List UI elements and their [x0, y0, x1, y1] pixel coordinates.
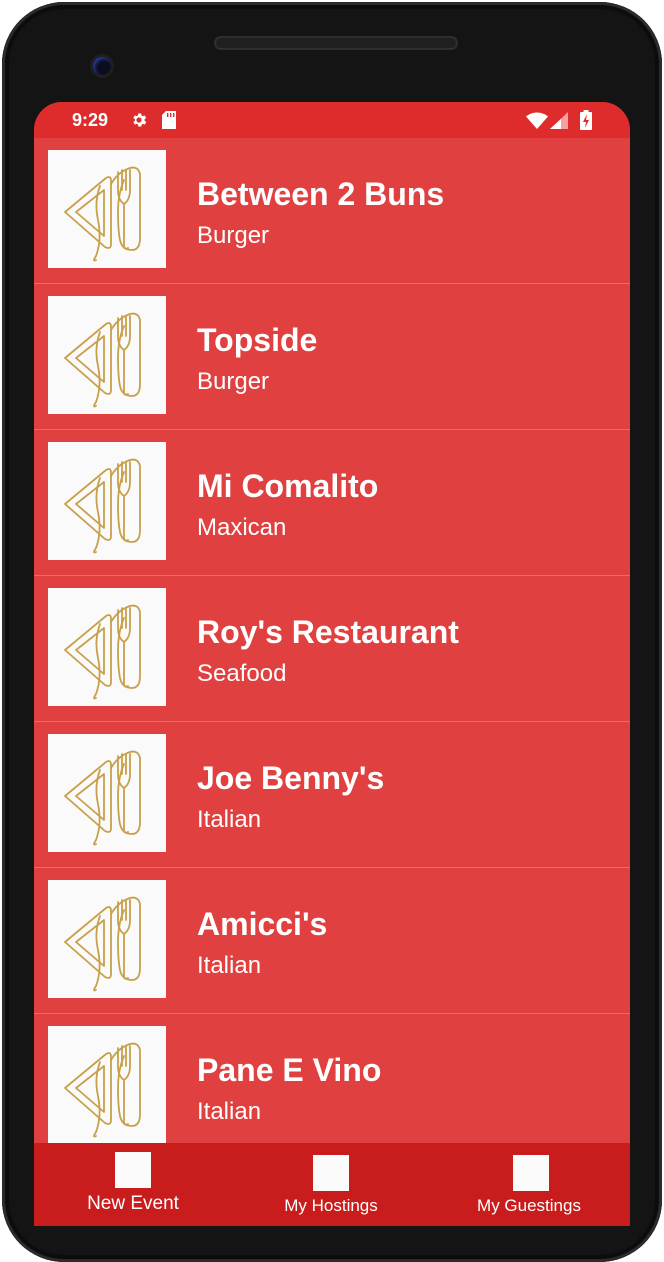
restaurant-name: Amicci's	[197, 906, 328, 942]
restaurant-logo-icon	[64, 458, 141, 554]
nav-new-event-label: New Event	[87, 1193, 179, 1214]
gear-icon	[133, 113, 147, 127]
restaurant-name: Pane E Vino	[197, 1052, 382, 1088]
restaurant-thumbnail	[48, 296, 166, 414]
restaurant-logo-icon	[64, 604, 141, 700]
restaurant-name: Topside	[197, 322, 318, 358]
wifi-icon	[526, 112, 548, 129]
restaurant-row[interactable]: Mi Comalito Maxican	[34, 430, 630, 576]
front-camera	[93, 57, 111, 75]
restaurant-row[interactable]: Topside Burger	[34, 284, 630, 430]
restaurant-thumbnail	[48, 588, 166, 706]
restaurant-row[interactable]: Joe Benny's Italian	[34, 722, 630, 868]
new-event-icon	[115, 1152, 151, 1188]
my-hostings-icon	[313, 1155, 349, 1191]
restaurant-category: Italian	[197, 806, 262, 833]
restaurant-thumbnail	[48, 150, 166, 268]
restaurant-logo-icon	[64, 312, 141, 408]
nav-my-guestings[interactable]: My Guestings	[430, 1143, 628, 1226]
restaurant-category: Seafood	[197, 660, 287, 687]
restaurant-list[interactable]: Between 2 Buns Burger Topside Burger Mi Coma…	[34, 138, 630, 1143]
restaurant-logo-icon	[64, 896, 141, 992]
restaurant-category: Burger	[197, 368, 270, 395]
restaurant-logo-icon	[64, 750, 141, 846]
restaurant-name: Mi Comalito	[197, 468, 379, 504]
restaurant-logo-icon	[64, 166, 141, 262]
app-screen: 9:29 Between 2 Buns Burger Topside Burger Mi…	[34, 102, 630, 1226]
restaurant-row[interactable]: Roy's Restaurant Seafood	[34, 576, 630, 722]
restaurant-name: Joe Benny's	[197, 760, 385, 796]
status-bar: 9:29	[34, 102, 630, 138]
restaurant-category: Italian	[197, 952, 262, 979]
sd-card-icon	[162, 111, 176, 129]
restaurant-thumbnail	[48, 734, 166, 852]
restaurant-row[interactable]: Amicci's Italian	[34, 868, 630, 1014]
battery-charging-icon	[580, 110, 592, 130]
my-guestings-icon	[513, 1155, 549, 1191]
restaurant-name: Between 2 Buns	[197, 176, 445, 212]
restaurant-thumbnail	[48, 1026, 166, 1143]
nav-my-hostings-label: My Hostings	[284, 1196, 378, 1215]
restaurant-row[interactable]: Between 2 Buns Burger	[34, 138, 630, 284]
restaurant-category: Burger	[197, 222, 270, 249]
restaurant-category: Maxican	[197, 514, 287, 541]
restaurant-name: Roy's Restaurant	[197, 614, 459, 650]
bottom-navigation: New Event My Hostings My Guestings	[34, 1143, 630, 1226]
status-time: 9:29	[72, 110, 109, 130]
restaurant-category: Italian	[197, 1098, 262, 1125]
nav-new-event[interactable]: New Event	[34, 1143, 232, 1226]
earpiece-speaker	[214, 36, 458, 50]
restaurant-logo-icon	[64, 1042, 141, 1138]
restaurant-thumbnail	[48, 880, 166, 998]
cell-signal-icon	[550, 112, 568, 129]
restaurant-thumbnail	[48, 442, 166, 560]
nav-my-guestings-label: My Guestings	[477, 1196, 581, 1215]
nav-my-hostings[interactable]: My Hostings	[232, 1143, 430, 1226]
restaurant-row[interactable]: Pane E Vino Italian	[34, 1014, 630, 1143]
